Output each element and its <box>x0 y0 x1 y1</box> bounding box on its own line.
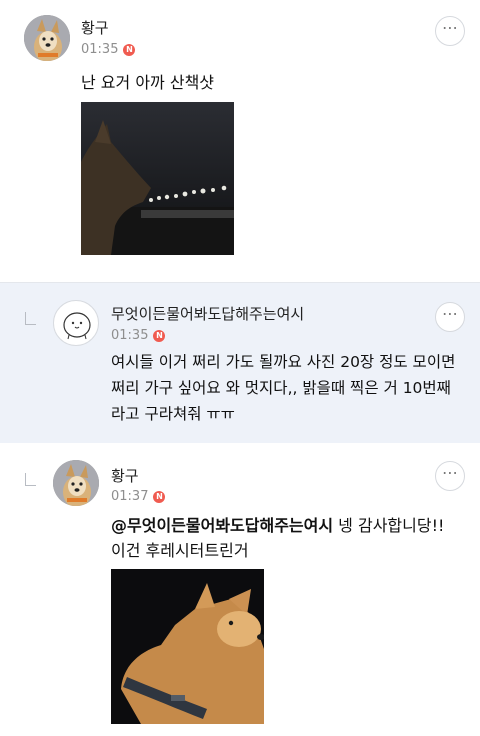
comment-text: @무엇이든물어봐도답해주는여시 넹 감사합니당!! 이건 후레시터트린거 <box>111 513 461 563</box>
avatar[interactable] <box>53 300 99 346</box>
timestamp: 01:37 N <box>111 489 166 504</box>
more-options-button[interactable]: ⋯ <box>435 302 465 332</box>
author-name[interactable]: 황구 <box>111 465 139 486</box>
default-blob-avatar-image <box>63 312 91 340</box>
comment-text-line2: 이건 후레시터트린거 <box>111 541 249 560</box>
new-badge: N <box>153 330 166 342</box>
dog-avatar-image <box>24 15 70 61</box>
comment-3-reply: 황구 01:37 N ⋯ @무엇이든물어봐도답해주는여시 넹 감사합니당!! 이건… <box>0 443 480 736</box>
more-options-button[interactable]: ⋯ <box>435 461 465 491</box>
new-badge: N <box>153 491 166 503</box>
author-name[interactable]: 황구 <box>81 17 109 38</box>
flash-dog-photo[interactable] <box>111 569 264 724</box>
new-badge: N <box>123 44 136 56</box>
avatar[interactable] <box>24 15 70 61</box>
flash-dog-image <box>111 569 264 724</box>
dog-avatar-image <box>53 460 99 506</box>
more-options-button[interactable]: ⋯ <box>435 16 465 46</box>
night-dog-silhouette-image <box>81 102 234 255</box>
comment-2-reply: 무엇이든물어봐도답해주는여시 01:35 N ⋯ 여시들 이거 쩌리 가도 될까요… <box>0 282 480 444</box>
comment-1: 황구 01:35 N ⋯ 난 요거 아까 산책샷 <box>0 0 480 282</box>
comment-text: 여시들 이거 쩌리 가도 될까요 사진 20장 정도 모이면 쩌리 가구 싶어요… <box>111 353 456 423</box>
timestamp: 01:35 N <box>111 328 166 343</box>
mention-link[interactable]: @무엇이든물어봐도답해주는여시 <box>111 516 333 535</box>
reply-arrow-icon <box>25 312 36 325</box>
avatar[interactable] <box>53 460 99 506</box>
night-walk-photo[interactable] <box>81 102 234 255</box>
comment-text-line1: 넹 감사합니당!! <box>333 516 445 535</box>
time-text: 01:37 <box>111 489 149 504</box>
timestamp: 01:35 N <box>81 42 136 57</box>
comment-text: 난 요거 아까 산책샷 <box>81 73 215 92</box>
author-name[interactable]: 무엇이든물어봐도답해주는여시 <box>111 303 304 324</box>
time-text: 01:35 <box>111 328 149 343</box>
time-text: 01:35 <box>81 42 119 57</box>
reply-arrow-icon <box>25 473 36 486</box>
